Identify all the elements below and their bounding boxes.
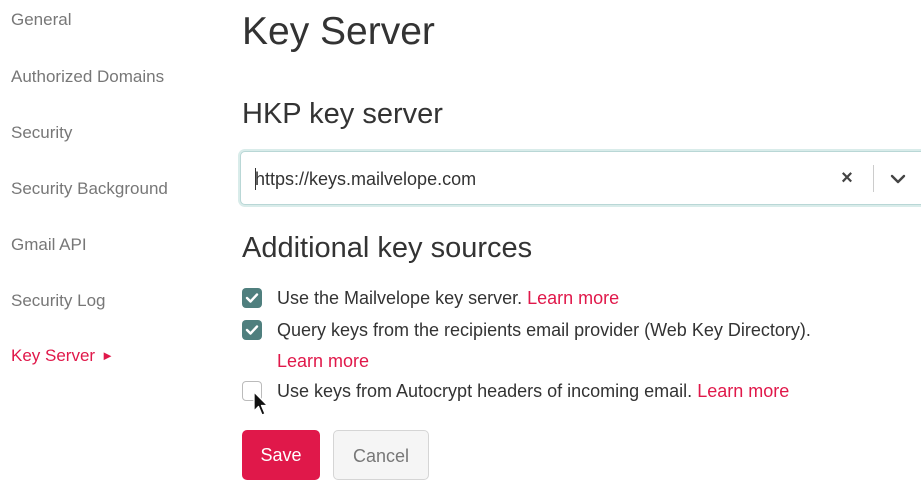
chevron-down-icon[interactable]: [889, 170, 907, 188]
active-arrow-icon: ►: [101, 348, 114, 363]
checkbox-checked[interactable]: [242, 320, 262, 340]
sidebar-item-security-log[interactable]: Security Log: [11, 291, 106, 311]
sidebar-item-security[interactable]: Security: [11, 123, 72, 143]
cancel-button[interactable]: Cancel: [333, 430, 429, 480]
learn-more-link[interactable]: Learn more: [697, 381, 789, 401]
select-divider: [873, 165, 874, 192]
hkp-section-heading: HKP key server: [242, 98, 443, 130]
main-content: Key Server HKP key server https://keys.m…: [240, 0, 921, 480]
learn-more-link[interactable]: Learn more: [277, 351, 369, 371]
option-label: Use the Mailvelope key server. Learn mor…: [277, 288, 619, 308]
save-button[interactable]: Save: [242, 430, 320, 480]
option-text: Use keys from Autocrypt headers of incom…: [277, 381, 693, 401]
sidebar-item-general[interactable]: General: [11, 10, 71, 30]
mouse-pointer-icon: [253, 391, 269, 416]
clear-icon[interactable]: ×: [837, 166, 857, 190]
sidebar-item-authorized-domains[interactable]: Authorized Domains: [11, 67, 164, 87]
text-caret: [255, 168, 256, 190]
sidebar-item-security-background[interactable]: Security Background: [11, 179, 168, 199]
option-text: Use the Mailvelope key server.: [277, 288, 523, 308]
option-label: Query keys from the recipients email pro…: [277, 320, 811, 340]
sidebar-item-key-server[interactable]: Key Server ►: [11, 346, 114, 366]
additional-sources-heading: Additional key sources: [242, 232, 533, 264]
hkp-key-server-select[interactable]: https://keys.mailvelope.com ×: [240, 151, 921, 205]
page-title: Key Server: [242, 10, 435, 53]
option-label: Use keys from Autocrypt headers of incom…: [277, 381, 789, 401]
settings-sidebar: General Authorized Domains Security Secu…: [0, 0, 215, 480]
sidebar-item-label: Key Server: [11, 346, 96, 365]
sidebar-item-gmail-api[interactable]: Gmail API: [11, 235, 87, 255]
learn-more-link[interactable]: Learn more: [527, 288, 619, 308]
key-server-input[interactable]: https://keys.mailvelope.com: [255, 169, 476, 190]
checkbox-checked[interactable]: [242, 288, 262, 308]
